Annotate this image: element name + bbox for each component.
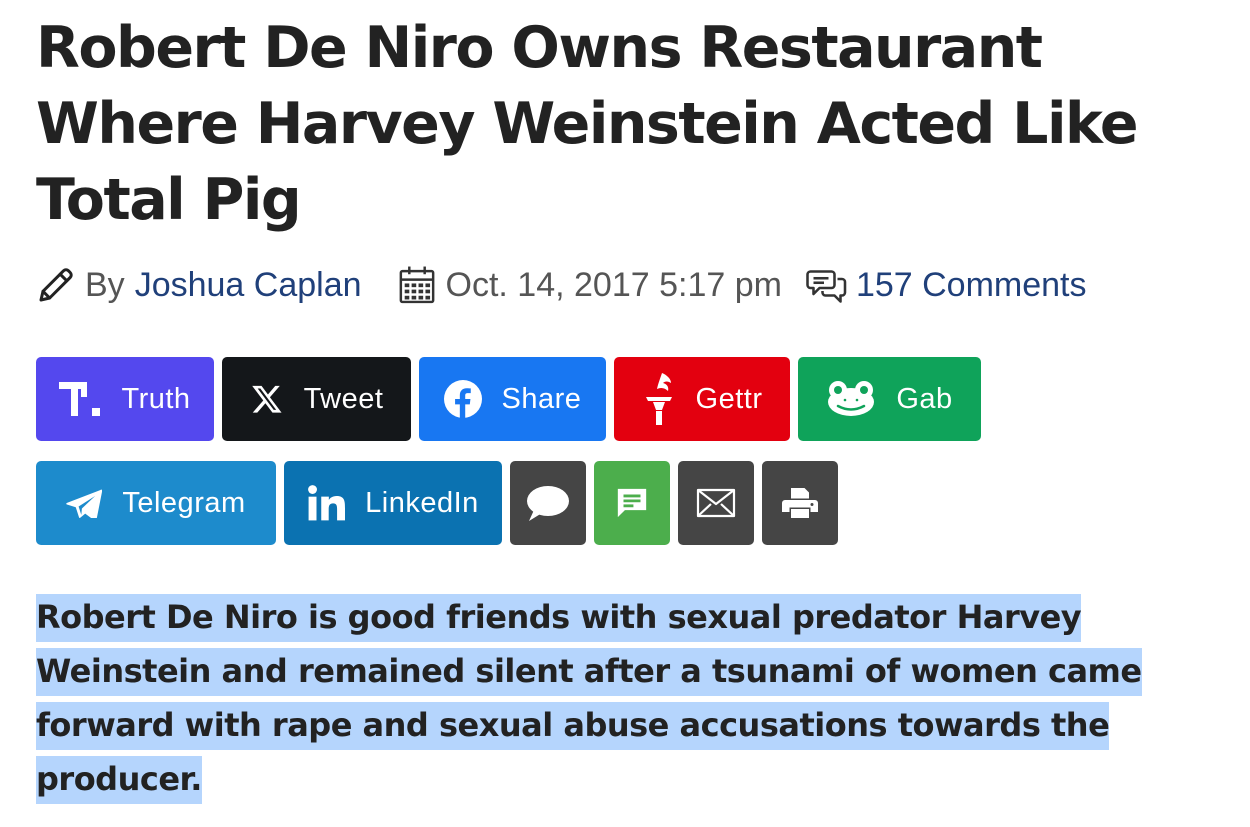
calendar-icon — [398, 265, 436, 305]
linkedin-icon — [307, 484, 346, 522]
author-link[interactable]: Joshua Caplan — [135, 266, 362, 305]
facebook-share-button[interactable]: Share — [419, 357, 606, 441]
linkedin-share-button[interactable]: LinkedIn — [284, 461, 502, 545]
email-share-button[interactable] — [678, 461, 754, 545]
gettr-label: Gettr — [695, 382, 763, 415]
publish-date: Oct. 14, 2017 5:17 pm — [445, 265, 782, 304]
share-buttons-row-2: Telegram LinkedIn — [36, 461, 838, 545]
gab-frog-icon — [826, 381, 876, 417]
pencil-icon — [36, 265, 76, 305]
gab-share-button[interactable]: Gab — [798, 357, 981, 441]
x-icon — [250, 383, 284, 415]
tweet-share-button[interactable]: Tweet — [222, 357, 411, 441]
linkedin-label: LinkedIn — [365, 486, 479, 519]
facebook-icon — [443, 380, 482, 418]
gettr-torch-icon — [642, 371, 676, 427]
article-meta: By Joshua Caplan Oct. 14, 2017 5:17 pm 1… — [36, 258, 1236, 312]
printer-icon — [782, 486, 818, 520]
telegram-share-button[interactable]: Telegram — [36, 461, 276, 545]
article-intro: Robert De Niro is good friends with sexu… — [36, 590, 1221, 806]
sms-share-button[interactable] — [594, 461, 670, 545]
truth-social-share-button[interactable]: Truth — [36, 357, 214, 441]
tweet-label: Tweet — [303, 382, 384, 415]
comment-share-button[interactable] — [510, 461, 586, 545]
share-buttons-row-1: Truth Tweet Share Gettr Gab — [36, 357, 981, 441]
comments-link[interactable]: 157 Comments — [856, 266, 1087, 305]
telegram-plane-icon — [66, 488, 103, 518]
truth-social-icon — [59, 382, 101, 416]
gab-label: Gab — [896, 382, 953, 415]
telegram-label: Telegram — [122, 486, 246, 519]
comments-icon — [806, 267, 848, 303]
truth-label: Truth — [121, 382, 191, 415]
share-label: Share — [501, 382, 582, 415]
speech-bubble-icon — [526, 484, 570, 522]
article: Robert De Niro Owns Restaurant Where Har… — [0, 0, 1250, 827]
gettr-share-button[interactable]: Gettr — [614, 357, 790, 441]
article-headline: Robert De Niro Owns Restaurant Where Har… — [36, 15, 1139, 233]
article-intro-text: Robert De Niro is good friends with sexu… — [36, 594, 1142, 804]
envelope-icon — [696, 488, 736, 518]
print-share-button[interactable] — [762, 461, 838, 545]
byline-prefix: By — [85, 265, 125, 304]
sms-icon — [615, 486, 649, 520]
